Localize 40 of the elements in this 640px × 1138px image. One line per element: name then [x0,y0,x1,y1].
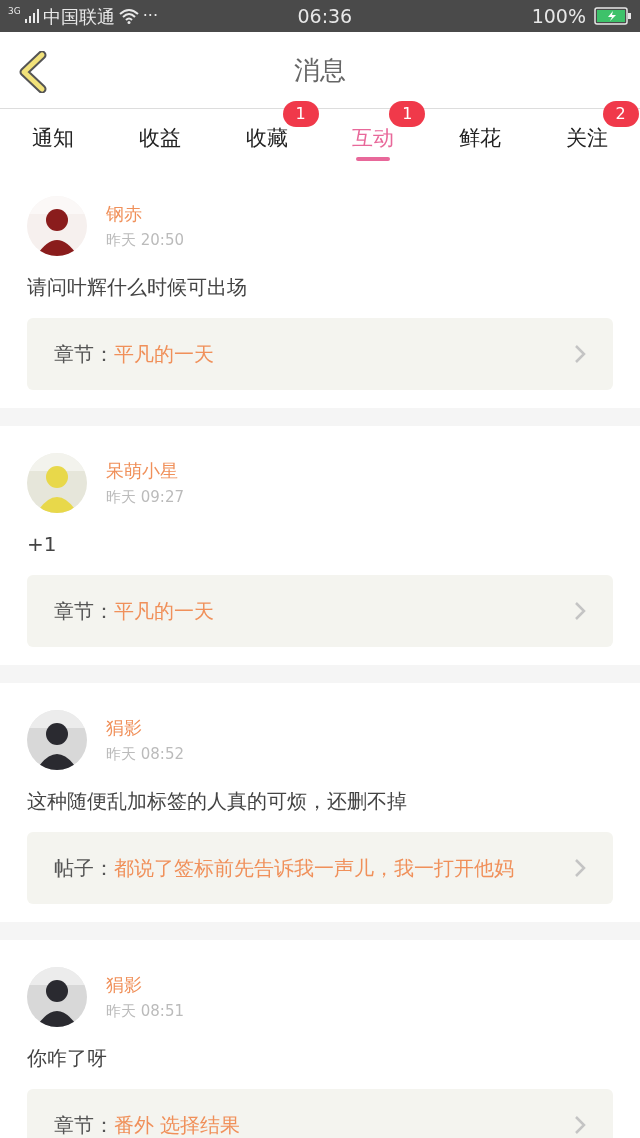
network-label: 3G [8,6,21,16]
link-card[interactable]: 章节：平凡的一天 [27,318,613,390]
tab[interactable]: 鲜花 [450,109,510,169]
battery-percent: 100% [531,3,586,29]
clock: 06:36 [296,3,354,29]
link-card[interactable]: 章节：平凡的一天 [27,575,613,647]
count-badge: 1 [282,101,319,127]
chevron-right-icon [574,344,586,364]
tab[interactable]: 收益 [130,109,190,169]
link-title: 番外 选择结果 [114,1112,242,1138]
message-text: 你咋了呀 [27,1045,108,1072]
chevron-right-icon [574,858,586,878]
chevron-right-icon [574,601,586,621]
count-badge: 1 [389,101,426,127]
timestamp: 昨天 08:52 [106,744,184,766]
link-card[interactable]: 帖子：都说了签标前先告诉我一声儿，我一打开他妈 [27,832,613,904]
link-title: 都说了签标前先告诉我一声儿，我一打开他妈 [114,855,515,882]
message-text: 请问叶辉什么时候可出场 [27,274,248,301]
wifi-icon [118,8,139,24]
message-text: 这种随便乱加标签的人真的可烦，还删不掉 [27,788,408,815]
count-badge: 2 [602,101,639,127]
timestamp: 昨天 08:51 [106,1001,184,1023]
signal-icon [24,9,39,23]
carrier-name: 中国联通 [42,4,115,29]
link-label: 章节： [54,341,114,368]
link-label: 章节： [54,1112,114,1138]
page-title: 消息 [294,53,346,87]
link-label: 章节： [54,598,114,625]
link-title: 平凡的一天 [114,341,215,368]
tab-indicator [356,157,391,161]
link-card[interactable]: 章节：番外 选择结果 [27,1089,613,1138]
chevron-right-icon [574,1115,586,1135]
battery-icon [594,7,632,25]
message-text: +1 [27,531,58,558]
tab[interactable]: 通知 [23,109,84,169]
timestamp: 昨天 20:50 [106,230,184,252]
more-indicator: ··· [142,5,158,27]
timestamp: 昨天 09:27 [106,487,184,509]
link-label: 帖子： [54,855,114,882]
link-title: 平凡的一天 [114,598,215,625]
